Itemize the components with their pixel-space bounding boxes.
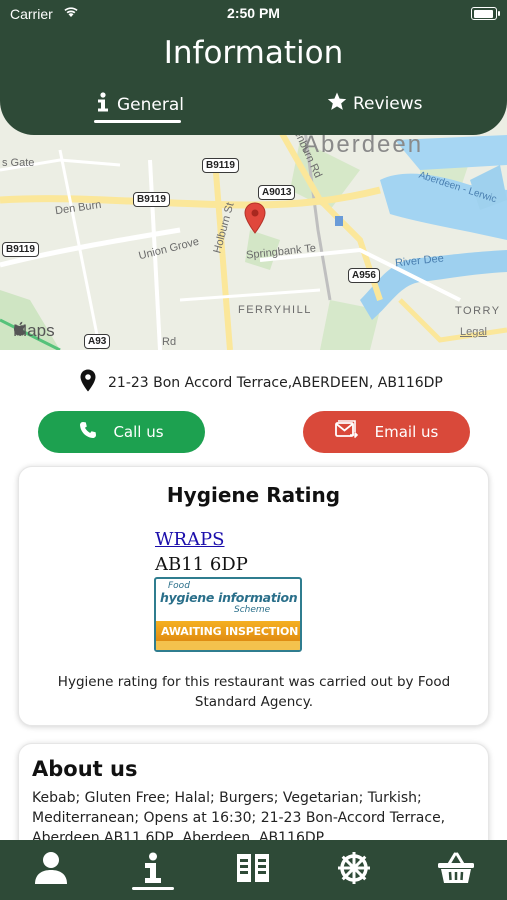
map-label: FERRYHILL <box>238 304 312 316</box>
road-badge: A9013 <box>258 185 296 200</box>
nav-menu[interactable] <box>233 848 273 888</box>
tab-reviews[interactable]: Reviews <box>327 92 423 116</box>
nav-profile[interactable] <box>31 848 71 888</box>
hygiene-rating-badge[interactable]: Food hygiene information Scheme AWAITING… <box>154 577 302 652</box>
road-badge: B9119 <box>133 192 170 207</box>
battery-icon <box>471 7 500 20</box>
header: Carrier 2:50 PM Information General Revi… <box>0 0 507 135</box>
info-icon <box>95 92 111 117</box>
status-time: 2:50 PM <box>227 5 280 21</box>
call-us-button[interactable]: Call us <box>38 411 205 453</box>
hygiene-note: Hygiene rating for this restaurant was c… <box>57 674 451 710</box>
tab-reviews-label: Reviews <box>353 94 423 114</box>
map-label: s Gate <box>2 157 35 169</box>
bottom-nav <box>0 840 507 900</box>
email-us-label: Email us <box>374 423 439 441</box>
map-label: TORRY <box>455 305 501 317</box>
phone-icon <box>79 421 97 443</box>
tab-general-label: General <box>117 94 184 115</box>
road-badge: A93 <box>84 334 111 349</box>
nav-settings[interactable] <box>334 848 374 888</box>
menu-book-icon <box>237 854 269 882</box>
star-icon <box>327 92 347 116</box>
badge-line-scheme: Scheme <box>234 605 271 615</box>
email-icon <box>334 420 359 444</box>
hygiene-rating-card: Hygiene Rating WRAPS AB11 6DP Food hygie… <box>18 466 489 726</box>
map-city-label: Aberdeen <box>303 131 424 158</box>
active-nav-indicator <box>132 887 174 890</box>
profile-icon <box>35 852 67 884</box>
business-postcode: AB11 6DP <box>155 554 248 575</box>
email-us-button[interactable]: Email us <box>303 411 470 453</box>
address-text: 21-23 Bon Accord Terrace,ABERDEEN, AB116… <box>108 374 443 391</box>
road-badge: A956 <box>348 268 380 283</box>
info-icon <box>145 852 161 883</box>
page-title: Information <box>163 35 344 71</box>
call-us-label: Call us <box>113 423 164 441</box>
location-marker-icon <box>80 369 96 396</box>
hygiene-heading: Hygiene Rating <box>166 483 341 507</box>
badge-stripe <box>156 641 300 650</box>
badge-line-hygiene-information: hygiene information <box>160 590 298 605</box>
tab-general[interactable]: General <box>95 92 184 117</box>
map-label: Rd <box>162 336 177 348</box>
road-badge: B9119 <box>202 158 239 173</box>
nav-info[interactable] <box>133 848 173 888</box>
nav-basket[interactable] <box>436 848 476 888</box>
address-row: 21-23 Bon Accord Terrace,ABERDEEN, AB116… <box>80 369 443 396</box>
maps-attribution: Maps <box>13 321 55 341</box>
legal-link[interactable]: Legal <box>460 326 487 338</box>
badge-status: AWAITING INSPECTION <box>156 621 300 641</box>
about-text: Kebab; Gluten Free; Halal; Burgers; Vege… <box>32 790 446 846</box>
apple-logo-icon <box>14 321 26 336</box>
road-badge: B9119 <box>2 242 39 257</box>
status-bar: Carrier 2:50 PM <box>0 0 507 28</box>
business-name-link[interactable]: WRAPS <box>155 529 225 550</box>
settings-wheel-icon <box>338 852 370 884</box>
active-tab-indicator <box>94 120 181 123</box>
basket-icon <box>438 852 474 883</box>
about-heading: About us <box>32 757 138 781</box>
